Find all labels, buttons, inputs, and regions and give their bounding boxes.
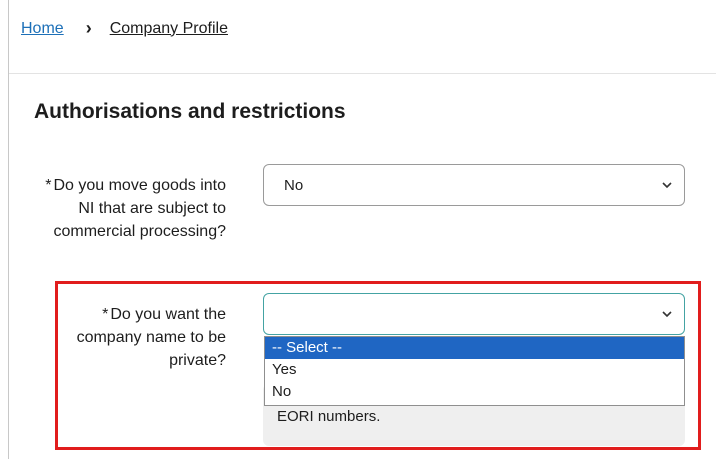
option-yes[interactable]: Yes bbox=[265, 359, 684, 381]
question1-label: * Do you move goods into NI that are subj… bbox=[30, 174, 226, 243]
dropdown-options-list: -- Select -- Yes No bbox=[264, 336, 685, 406]
commercial-processing-select-value: No bbox=[284, 176, 304, 194]
chevron-right-icon: › bbox=[85, 18, 92, 38]
question1-label-text: Do you move goods into NI that are subje… bbox=[53, 177, 226, 240]
breadcrumb-home-link[interactable]: Home bbox=[21, 20, 64, 38]
breadcrumb-company-profile-link[interactable]: Company Profile bbox=[110, 20, 228, 38]
company-name-private-select[interactable] bbox=[263, 293, 685, 335]
question2-label: * Do you want the company name to be priv… bbox=[62, 303, 226, 372]
commercial-processing-select[interactable]: No bbox=[263, 164, 685, 206]
header-divider bbox=[9, 73, 716, 74]
breadcrumb: Home › Company Profile bbox=[21, 18, 228, 39]
option-no[interactable]: No bbox=[265, 381, 684, 403]
section-title: Authorisations and restrictions bbox=[34, 100, 346, 123]
question2-label-text: Do you want the company name to be priva… bbox=[76, 306, 226, 369]
window-left-border bbox=[8, 0, 9, 459]
required-marker: * bbox=[102, 306, 109, 323]
chevron-down-icon bbox=[662, 311, 672, 318]
option-select-placeholder[interactable]: -- Select -- bbox=[265, 337, 684, 359]
chevron-down-icon bbox=[662, 182, 672, 189]
hint-text: EORI numbers. bbox=[277, 408, 381, 425]
required-marker: * bbox=[45, 177, 52, 194]
